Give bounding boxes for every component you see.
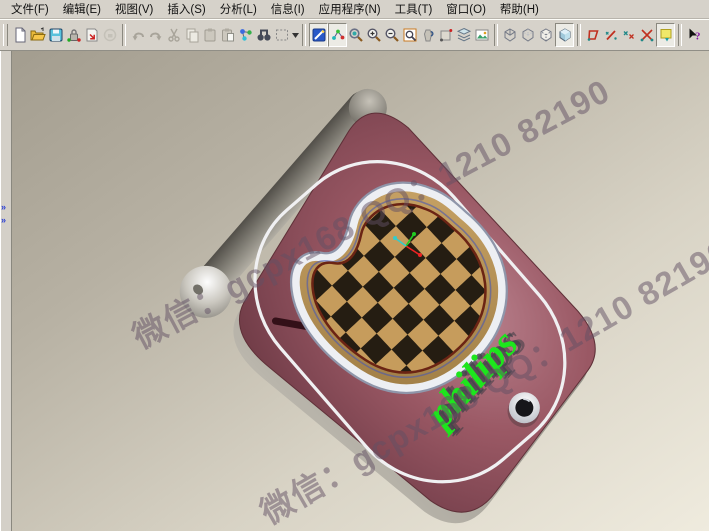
menu-item-9[interactable]: 帮助(H) bbox=[493, 0, 546, 18]
toolbar-separator bbox=[678, 24, 682, 46]
main-content: » » bbox=[0, 51, 709, 531]
menu-item-8[interactable]: 窗口(O) bbox=[439, 0, 493, 18]
new-file-icon bbox=[12, 27, 28, 43]
undo-icon bbox=[130, 27, 146, 43]
point-cross-button[interactable] bbox=[638, 23, 656, 47]
menu-item-4[interactable]: 分析(L) bbox=[213, 0, 264, 18]
menu-bar: 文件(F)编辑(E)视图(V)插入(S)分析(L)信息(I)应用程序(N)工具(… bbox=[0, 0, 709, 19]
expand-toolbar-chevron[interactable]: » bbox=[1, 216, 6, 225]
toolbar-grip[interactable] bbox=[3, 24, 8, 46]
point-set-icon bbox=[621, 27, 637, 43]
dropdown-caret-icon bbox=[292, 33, 299, 38]
csys-nodes-icon bbox=[330, 27, 346, 43]
cad-application-window: 文件(F)编辑(E)视图(V)插入(S)分析(L)信息(I)应用程序(N)工具(… bbox=[0, 0, 709, 529]
menu-item-5[interactable]: 信息(I) bbox=[264, 0, 312, 18]
context-help-button[interactable]: ? bbox=[685, 23, 703, 47]
sketch-plane-button[interactable] bbox=[309, 23, 328, 47]
help-cursor-icon: ? bbox=[686, 27, 702, 43]
toolbar-separator bbox=[494, 24, 498, 46]
csys-button[interactable] bbox=[328, 23, 347, 47]
toolbar-separator bbox=[577, 24, 581, 46]
layers-icon bbox=[456, 27, 472, 43]
copy-icon bbox=[184, 27, 200, 43]
save-protected-button[interactable] bbox=[65, 23, 83, 47]
svg-text:?: ? bbox=[695, 31, 701, 43]
copy-button[interactable] bbox=[183, 23, 201, 47]
view-operations-button[interactable] bbox=[347, 23, 365, 47]
marquee-dropdown-button[interactable] bbox=[291, 23, 299, 47]
toolbar-dock-strip: » » bbox=[0, 51, 12, 531]
save-button[interactable] bbox=[47, 23, 65, 47]
menu-item-1[interactable]: 编辑(E) bbox=[56, 0, 108, 18]
toolbar-separator bbox=[122, 24, 126, 46]
expand-toolbar-chevron[interactable]: » bbox=[1, 203, 6, 212]
save-icon bbox=[48, 27, 64, 43]
main-toolbar: ? bbox=[0, 19, 709, 51]
wireframe-cube-hidden-icon bbox=[520, 27, 536, 43]
menu-item-3[interactable]: 插入(S) bbox=[160, 0, 212, 18]
paste-icon bbox=[202, 27, 218, 43]
layer-settings-button[interactable] bbox=[455, 23, 473, 47]
scissors-icon bbox=[166, 27, 182, 43]
find-button[interactable] bbox=[255, 23, 273, 47]
sketch-plane-icon bbox=[311, 27, 327, 43]
disabled-lock-icon bbox=[102, 27, 118, 43]
rotate-view-button[interactable] bbox=[419, 23, 437, 47]
annotation-button[interactable] bbox=[656, 23, 675, 47]
zoom-out-icon bbox=[384, 27, 400, 43]
wireframe-cube-dashed-icon bbox=[538, 27, 554, 43]
wireframe-full-button[interactable] bbox=[501, 23, 519, 47]
curve-line-button[interactable] bbox=[602, 23, 620, 47]
zoom-in-button[interactable] bbox=[365, 23, 383, 47]
menu-item-6[interactable]: 应用程序(N) bbox=[312, 0, 388, 18]
orient-box-icon bbox=[438, 27, 454, 43]
menu-item-7[interactable]: 工具(T) bbox=[388, 0, 440, 18]
wireframe-dashed-button[interactable] bbox=[537, 23, 555, 47]
export-page-icon bbox=[84, 27, 100, 43]
zoom-in-icon bbox=[366, 27, 382, 43]
menu-item-0[interactable]: 文件(F) bbox=[4, 0, 56, 18]
marquee-icon bbox=[274, 27, 290, 43]
menu-item-2[interactable]: 视图(V) bbox=[108, 0, 160, 18]
point-set-button[interactable] bbox=[620, 23, 638, 47]
point-cross-icon bbox=[639, 27, 655, 43]
new-button[interactable] bbox=[11, 23, 29, 47]
note-icon bbox=[658, 27, 674, 43]
zoom-window-icon bbox=[402, 27, 418, 43]
orient-view-button[interactable] bbox=[437, 23, 455, 47]
linked-spheres-icon bbox=[238, 27, 254, 43]
lock-icon bbox=[66, 27, 82, 43]
toolbar-separator bbox=[302, 24, 306, 46]
redo-icon bbox=[148, 27, 164, 43]
red-profile-icon bbox=[585, 27, 601, 43]
selection-spheres-button[interactable] bbox=[237, 23, 255, 47]
wireframe-cube-icon bbox=[502, 27, 518, 43]
paste-button[interactable] bbox=[201, 23, 219, 47]
open-button[interactable] bbox=[29, 23, 47, 47]
paste-special-icon bbox=[220, 27, 236, 43]
rotate-body-icon bbox=[420, 27, 436, 43]
graphics-viewport[interactable]: philips philips philips bbox=[12, 51, 709, 531]
shaded-cube-icon bbox=[557, 27, 573, 43]
undo-button[interactable] bbox=[129, 23, 147, 47]
export-button[interactable] bbox=[83, 23, 101, 47]
zoom-window-button[interactable] bbox=[401, 23, 419, 47]
marquee-select-button[interactable] bbox=[273, 23, 291, 47]
curve-profile-button[interactable] bbox=[584, 23, 602, 47]
close-part-button-disabled[interactable] bbox=[101, 23, 119, 47]
snapshot-button[interactable] bbox=[473, 23, 491, 47]
view-gear-magnifier-icon bbox=[348, 27, 364, 43]
redo-button[interactable] bbox=[147, 23, 165, 47]
cut-button[interactable] bbox=[165, 23, 183, 47]
red-line-icon bbox=[603, 27, 619, 43]
shaded-view-button[interactable] bbox=[555, 23, 574, 47]
open-folder-icon bbox=[30, 27, 46, 43]
zoom-out-button[interactable] bbox=[383, 23, 401, 47]
image-icon bbox=[474, 27, 490, 43]
binoculars-icon bbox=[256, 27, 272, 43]
wireframe-hidden-button[interactable] bbox=[519, 23, 537, 47]
paste-special-button[interactable] bbox=[219, 23, 237, 47]
